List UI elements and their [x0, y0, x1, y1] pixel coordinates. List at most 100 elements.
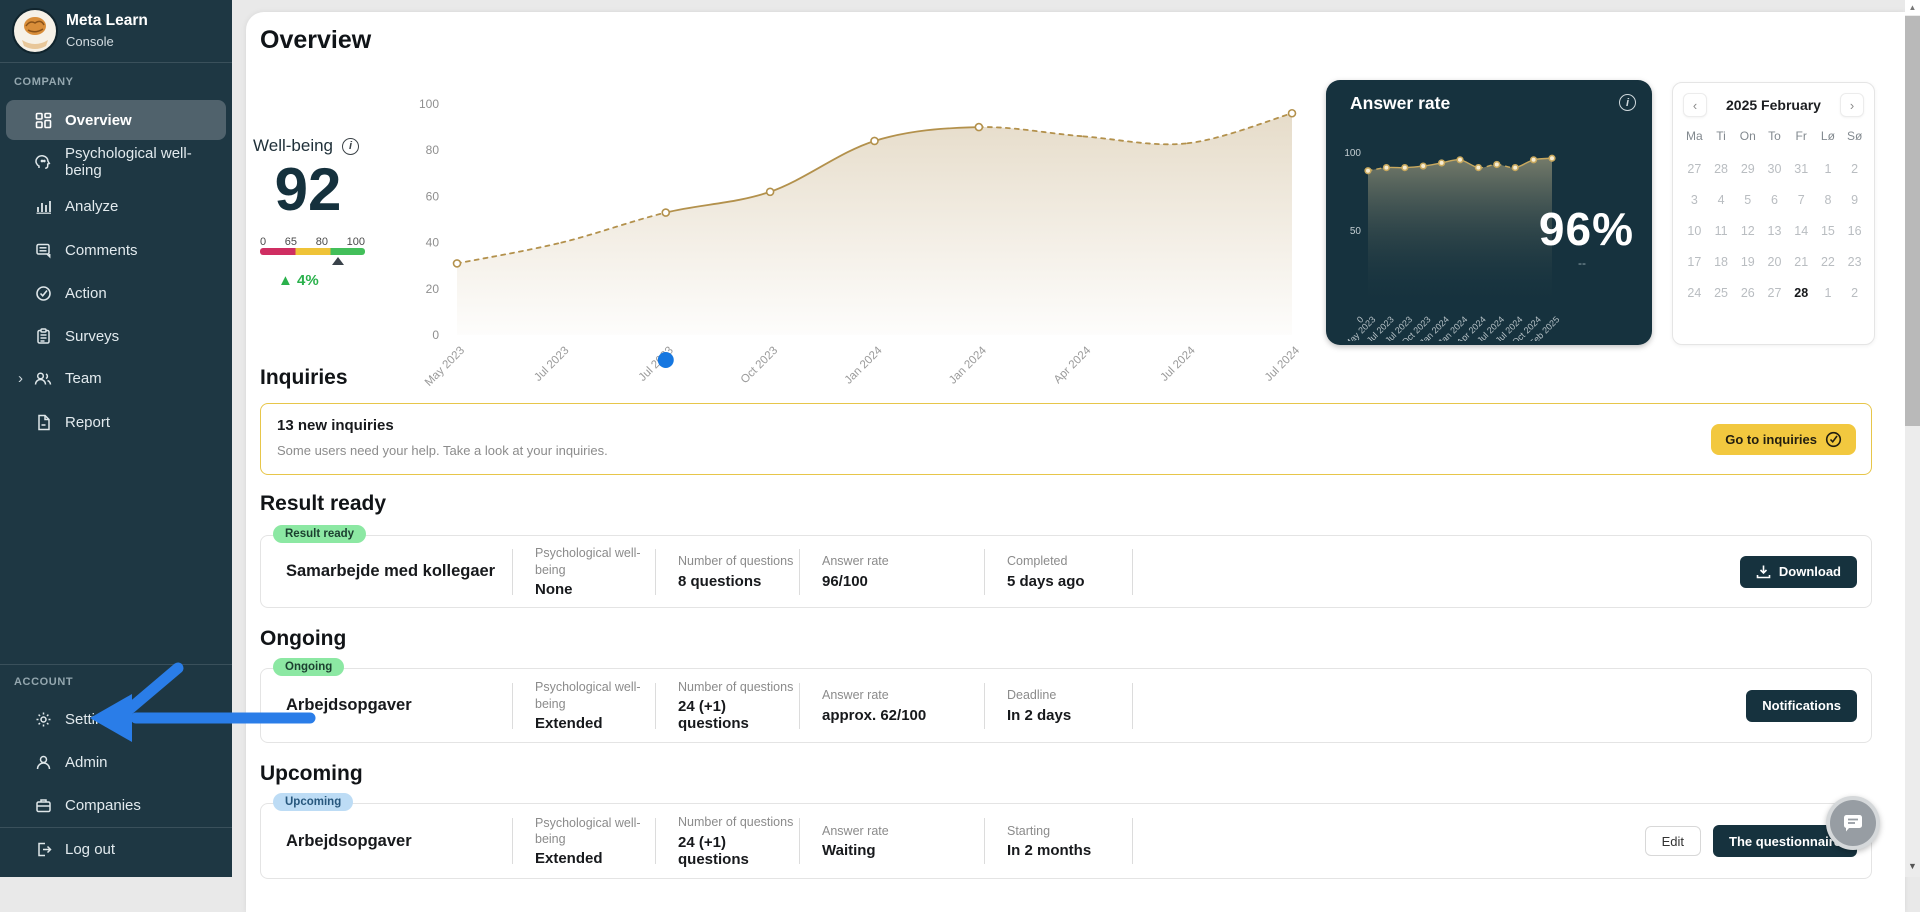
- edit-label: Edit: [1662, 834, 1684, 849]
- calendar-day[interactable]: 22: [1815, 251, 1842, 273]
- logout-icon: [34, 840, 52, 858]
- calendar-day[interactable]: 17: [1681, 251, 1708, 273]
- sidebar-item-action[interactable]: Action: [6, 273, 226, 313]
- sidebar-item-logout[interactable]: Log out: [6, 829, 226, 869]
- result-ready-heading: Result ready: [260, 492, 386, 516]
- answer-rate-value: 96%: [1539, 202, 1634, 256]
- status-badge: Ongoing: [273, 658, 344, 676]
- scroll-up-icon[interactable]: ▲: [1905, 0, 1920, 15]
- calendar-day[interactable]: 12: [1734, 220, 1761, 242]
- info-column: Number of questions24 (+1) questions: [656, 814, 799, 867]
- go-to-inquiries-button[interactable]: Go to inquiries: [1711, 424, 1856, 455]
- download-button[interactable]: Download: [1740, 556, 1857, 588]
- sidebar-item-companies[interactable]: Companies: [6, 785, 226, 825]
- admin-user-icon: [34, 753, 52, 771]
- calendar-day[interactable]: 18: [1708, 251, 1735, 273]
- scrollbar[interactable]: ▲ ▼: [1905, 0, 1920, 877]
- account-section-label: ACCOUNT: [14, 676, 73, 688]
- edit-button[interactable]: Edit: [1645, 826, 1701, 856]
- sidebar-item-label: Comments: [65, 242, 138, 259]
- sidebar-item-settings[interactable]: Settings: [6, 699, 226, 739]
- sidebar-item-analyze[interactable]: Analyze: [6, 186, 226, 226]
- sidebar-item-label: Analyze: [65, 198, 118, 215]
- calendar-day[interactable]: 31: [1788, 158, 1815, 180]
- column-value: 5 days ago: [1007, 573, 1132, 590]
- sidebar-item-report[interactable]: Report: [6, 402, 226, 442]
- chat-fab-button[interactable]: [1826, 796, 1880, 850]
- document-icon: [34, 413, 52, 431]
- status-badge: Upcoming: [273, 793, 353, 811]
- sidebar-divider: [0, 827, 232, 828]
- bar-chart-icon: [34, 197, 52, 215]
- info-icon[interactable]: i: [342, 138, 359, 155]
- comments-icon: [34, 241, 52, 259]
- team-icon: [34, 369, 52, 387]
- calendar-day[interactable]: 26: [1734, 282, 1761, 304]
- calendar-day[interactable]: 13: [1761, 220, 1788, 242]
- sidebar-item-team[interactable]: › Team: [6, 358, 226, 398]
- scroll-down-icon[interactable]: ▼: [1905, 859, 1920, 873]
- sidebar-item-overview[interactable]: Overview: [6, 100, 226, 140]
- calendar-day[interactable]: 10: [1681, 220, 1708, 242]
- calendar-day[interactable]: 21: [1788, 251, 1815, 273]
- calendar-day[interactable]: 1: [1815, 158, 1842, 180]
- calendar-day[interactable]: 4: [1708, 189, 1735, 211]
- calendar-day[interactable]: 23: [1841, 251, 1868, 273]
- calendar-day[interactable]: 1: [1815, 282, 1842, 304]
- calendar-day[interactable]: 5: [1734, 189, 1761, 211]
- divider: [1132, 549, 1133, 595]
- calendar-next-button[interactable]: ›: [1840, 93, 1864, 117]
- column-label: Starting: [1007, 823, 1132, 839]
- column-value: 24 (+1) questions: [678, 834, 799, 868]
- calendar-day[interactable]: 24: [1681, 282, 1708, 304]
- info-column: Number of questions24 (+1) questions: [656, 679, 799, 732]
- questionnaire-label: The questionnaire: [1729, 834, 1841, 849]
- calendar-day[interactable]: 7: [1788, 189, 1815, 211]
- info-icon[interactable]: i: [1619, 94, 1636, 111]
- sidebar-item-psychological-well-being[interactable]: Psychological well-being: [6, 142, 226, 182]
- calendar-day[interactable]: 11: [1708, 220, 1735, 242]
- divider: [1132, 818, 1133, 864]
- calendar-day[interactable]: 19: [1734, 251, 1761, 273]
- calendar-day[interactable]: 20: [1761, 251, 1788, 273]
- notifications-label: Notifications: [1762, 698, 1841, 713]
- calendar-day[interactable]: 30: [1761, 158, 1788, 180]
- chevron-right-icon[interactable]: ›: [18, 370, 23, 387]
- calendar-day[interactable]: 25: [1708, 282, 1735, 304]
- info-column: Answer rateWaiting: [800, 823, 984, 859]
- sidebar-item-admin[interactable]: Admin: [6, 742, 226, 782]
- calendar-day[interactable]: 27: [1761, 282, 1788, 304]
- info-column: Psychological well-beingExtended: [513, 815, 655, 868]
- scrollbar-thumb[interactable]: [1905, 16, 1920, 426]
- info-column: DeadlineIn 2 days: [985, 687, 1132, 723]
- calendar-day[interactable]: 2: [1841, 158, 1868, 180]
- calendar-day[interactable]: 8: [1815, 189, 1842, 211]
- go-to-inquiries-label: Go to inquiries: [1725, 432, 1817, 447]
- sidebar-item-surveys[interactable]: Surveys: [6, 316, 226, 356]
- survey-name: Samarbejde med kollegaer: [286, 562, 512, 581]
- calendar-day[interactable]: 28: [1788, 282, 1815, 304]
- brand-subtitle: Console: [66, 34, 114, 49]
- calendar-day[interactable]: 2: [1841, 282, 1868, 304]
- wellbeing-scale: 0 65 80 100: [260, 236, 365, 248]
- inquiries-box: 13 new inquiries Some users need your he…: [260, 403, 1872, 475]
- svg-text:Apr 2024: Apr 2024: [1052, 344, 1094, 386]
- info-column: StartingIn 2 months: [985, 823, 1132, 859]
- calendar-day[interactable]: 28: [1708, 158, 1735, 180]
- column-value: 96/100: [822, 573, 984, 590]
- calendar-day[interactable]: 6: [1761, 189, 1788, 211]
- calendar-day[interactable]: 16: [1841, 220, 1868, 242]
- calendar-day[interactable]: 29: [1734, 158, 1761, 180]
- survey-name: Arbejdsopgaver: [286, 696, 512, 715]
- sidebar-item-label: Team: [65, 370, 102, 387]
- notifications-button[interactable]: Notifications: [1746, 690, 1857, 722]
- calendar-day[interactable]: 14: [1788, 220, 1815, 242]
- sidebar-item-comments[interactable]: Comments: [6, 230, 226, 270]
- calendar-day[interactable]: 3: [1681, 189, 1708, 211]
- calendar-day[interactable]: 9: [1841, 189, 1868, 211]
- calendar-day[interactable]: 15: [1815, 220, 1842, 242]
- svg-text:20: 20: [426, 282, 440, 296]
- calendar-weekday: Ma: [1681, 125, 1708, 149]
- calendar-day[interactable]: 27: [1681, 158, 1708, 180]
- svg-text:Jul 2024: Jul 2024: [1159, 344, 1199, 384]
